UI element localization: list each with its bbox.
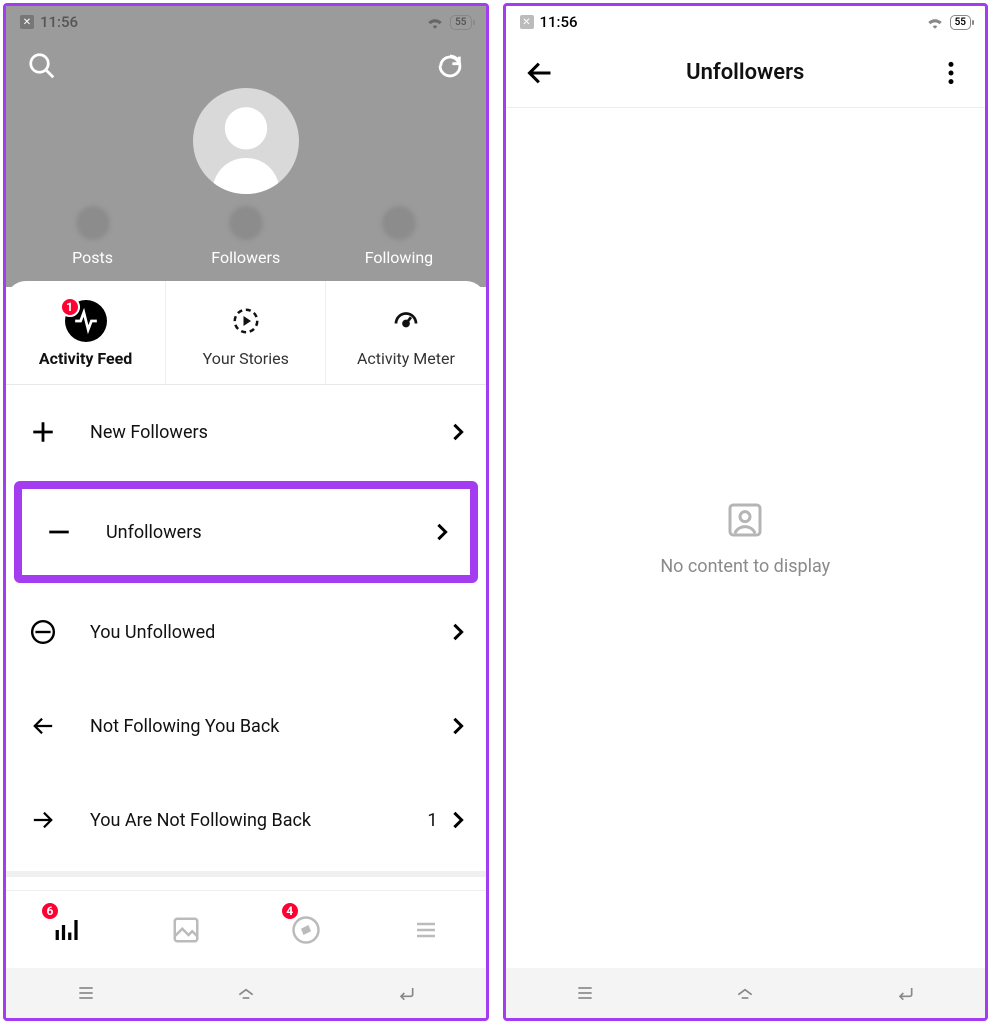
more-button[interactable] [929,60,973,86]
menu-label: Unfollowers [106,522,436,543]
arrow-right-icon [28,809,58,831]
user-placeholder-icon [725,500,765,540]
status-time: 11:56 [40,13,78,31]
bottom-tab-bar: 6 4 [6,890,486,968]
menu-unfollowers[interactable]: Unfollowers [22,489,470,575]
empty-state: No content to display [506,108,986,968]
menu-new-followers[interactable]: New Followers [6,385,486,479]
wifi-icon [926,15,944,29]
chevron-right-icon [436,522,448,542]
chevron-right-icon [452,622,464,642]
refresh-button[interactable] [432,48,468,84]
tabs-row: 1 Activity Feed Your Stories Activity Me… [6,281,486,385]
menu-label: Not Following You Back [90,716,452,737]
menu-you-not-following-back[interactable]: You Are Not Following Back 1 [6,773,486,867]
search-button[interactable] [24,48,60,84]
tab-your-stories[interactable]: Your Stories [166,281,326,384]
tab-activity-feed[interactable]: 1 Activity Feed [6,281,166,384]
menu-list: New Followers Unfollowers You Unfollowed… [6,385,486,890]
chevron-right-icon [452,810,464,830]
sys-nav-back[interactable] [875,983,935,1003]
wifi-icon [426,15,444,29]
battery-icon: 55 [950,15,971,30]
stat-label: Posts [16,248,169,267]
plus-icon [28,419,58,445]
sys-nav-back[interactable] [376,983,436,1003]
menu-you-unfollowed[interactable]: You Unfollowed [6,585,486,679]
stories-icon [170,301,321,341]
stat-followers[interactable]: Followers [169,206,322,267]
phone-right-unfollowers: ✕ 11:56 55 Unfollowers No content to dis… [503,3,989,1021]
empty-text: No content to display [660,556,830,577]
stat-label: Followers [169,248,322,267]
no-sim-icon: ✕ [520,15,534,29]
status-bar: ✕ 11:56 55 [506,6,986,38]
sys-nav-home[interactable] [216,983,276,1003]
sys-nav-home[interactable] [715,983,775,1003]
sys-nav-recent[interactable] [555,983,615,1003]
bottom-tab-menu[interactable] [366,891,486,968]
bottom-tab-stats[interactable]: 6 [6,891,126,968]
highlight-unfollowers: Unfollowers [14,481,478,583]
menu-count: 1 [427,810,437,831]
tab-label: Activity Meter [330,349,481,368]
stat-posts[interactable]: Posts [16,206,169,267]
bottom-badge: 6 [40,901,60,921]
bottom-tab-media[interactable] [126,891,246,968]
chevron-right-icon [452,422,464,442]
no-sim-icon: ✕ [20,15,34,29]
status-bar: ✕ 11:56 55 [6,6,486,38]
system-nav-bar [506,968,986,1018]
bottom-badge: 4 [280,901,300,921]
tab-activity-meter[interactable]: Activity Meter [326,281,485,384]
menu-label: You Unfollowed [90,622,452,643]
tab-label: Your Stories [170,349,321,368]
back-button[interactable] [518,59,562,87]
system-nav-bar [6,968,486,1018]
tab-label: Activity Feed [10,349,161,368]
circle-minus-icon [28,619,58,645]
stat-following[interactable]: Following [322,206,475,267]
arrow-left-icon [28,715,58,737]
tab-badge: 1 [60,297,80,317]
status-time: 11:56 [540,13,578,31]
meter-icon [330,301,481,341]
menu-label: New Followers [90,422,452,443]
chevron-right-icon [452,716,464,736]
minus-icon [44,519,74,545]
page-title: Unfollowers [562,60,930,85]
sys-nav-recent[interactable] [56,983,116,1003]
phone-left-activity: ✕ 11:56 55 Posts Followers Foll [3,3,489,1021]
menu-not-following-you-back[interactable]: Not Following You Back [6,679,486,773]
page-header: Unfollowers [506,38,986,108]
profile-header: Posts Followers Following [6,38,486,287]
bottom-tab-explore[interactable]: 4 [246,891,366,968]
battery-icon: 55 [450,15,471,30]
menu-label: You Are Not Following Back [90,810,427,831]
profile-avatar[interactable] [193,88,299,194]
stat-label: Following [322,248,475,267]
